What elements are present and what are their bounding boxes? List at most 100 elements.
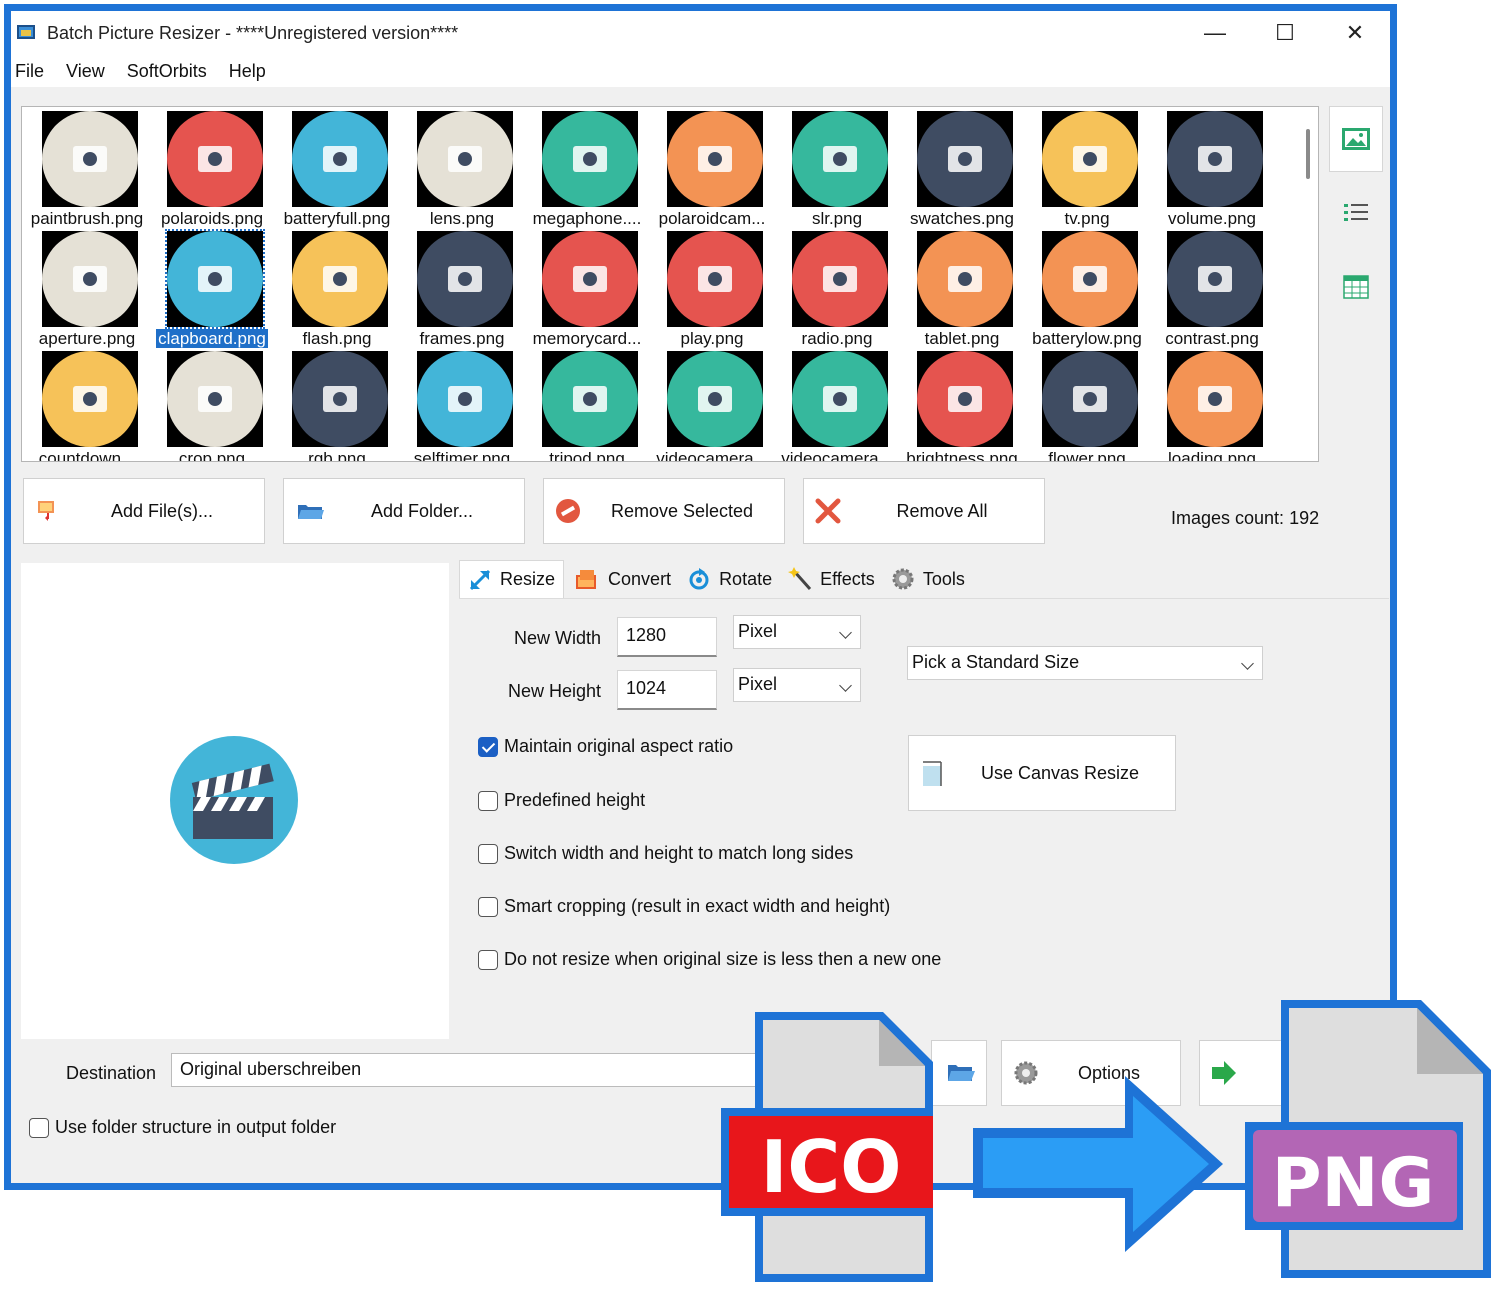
add-files-button[interactable]: Add File(s)...: [23, 478, 265, 544]
gallery-item[interactable]: loading.png: [1150, 348, 1274, 461]
checkbox-checked[interactable]: [478, 736, 498, 757]
grid-view-button[interactable]: [1329, 254, 1383, 320]
switch-sides-checkbox[interactable]: Switch width and height to match long si…: [478, 843, 853, 864]
smart-cropping-checkbox[interactable]: Smart cropping (result in exact width an…: [478, 896, 890, 917]
gallery-item[interactable]: frames.png: [400, 228, 524, 348]
tab-tools[interactable]: Tools: [883, 560, 973, 598]
add-image-icon: [38, 501, 54, 521]
thumbnail-image: [1042, 111, 1138, 207]
gallery-item[interactable]: tablet.png: [900, 228, 1024, 348]
canvas-resize-icon: [923, 761, 942, 786]
gallery-item[interactable]: polaroidcam...: [650, 108, 774, 228]
gallery-item[interactable]: batteryfull.png: [275, 108, 399, 228]
checkbox-unchecked[interactable]: [478, 843, 498, 864]
minimize-button[interactable]: —: [1180, 11, 1250, 55]
thumbnail-icon: [1167, 111, 1263, 207]
no-upscale-label: Do not resize when original size is less…: [504, 949, 942, 969]
gallery-item[interactable]: memorycard...: [525, 228, 649, 348]
close-button[interactable]: ✕: [1320, 11, 1390, 55]
thumbnails-view-icon: [1342, 128, 1370, 150]
thumbnail-icon: [917, 351, 1013, 447]
no-upscale-checkbox[interactable]: Do not resize when original size is less…: [478, 949, 941, 970]
menu-help[interactable]: Help: [229, 61, 266, 82]
gallery-item[interactable]: contrast.png: [1150, 228, 1274, 348]
gallery-item[interactable]: videocamera...: [650, 348, 774, 462]
gallery-item[interactable]: crop.png: [150, 348, 274, 461]
gallery-item[interactable]: aperture.png: [25, 228, 149, 348]
tab-convert[interactable]: Convert: [564, 560, 679, 598]
new-width-input[interactable]: 1280: [617, 617, 717, 657]
gallery-item[interactable]: batterylow.png: [1025, 228, 1149, 348]
gallery-item-label: paintbrush.png: [30, 209, 144, 228]
thumbnail-icon: [1167, 351, 1263, 447]
menu-view[interactable]: View: [66, 61, 105, 82]
menu-file[interactable]: File: [15, 61, 44, 82]
gallery-item[interactable]: flash.png: [275, 228, 399, 348]
standard-size-select[interactable]: Pick a Standard Size: [907, 646, 1263, 680]
gallery-item[interactable]: slr.png: [775, 108, 899, 228]
width-unit-select[interactable]: Pixel: [733, 615, 861, 649]
checkbox-unchecked[interactable]: [478, 896, 498, 917]
maintain-aspect-checkbox[interactable]: Maintain original aspect ratio: [478, 736, 733, 757]
thumbnail-image: [167, 111, 263, 207]
checkbox-unchecked[interactable]: [478, 790, 498, 811]
gallery-item[interactable]: polaroids.png: [150, 108, 274, 228]
remove-all-button[interactable]: Remove All: [803, 478, 1045, 544]
checkbox-unchecked[interactable]: [29, 1117, 49, 1138]
folder-structure-checkbox[interactable]: Use folder structure in output folder: [29, 1117, 336, 1138]
maximize-button[interactable]: ☐: [1250, 11, 1320, 55]
image-gallery[interactable]: paintbrush.png polaroids.png batteryfull.p…: [21, 106, 1319, 462]
height-unit-select[interactable]: Pixel: [733, 668, 861, 702]
checkbox-unchecked[interactable]: [478, 949, 498, 970]
gallery-item[interactable]: videocamera...: [775, 348, 899, 461]
menu-bar: File View SoftOrbits Help: [11, 55, 1390, 87]
tab-effects[interactable]: Effects: [780, 560, 883, 598]
thumbnails-view-button[interactable]: [1329, 106, 1383, 172]
gallery-item[interactable]: selftimer.png: [400, 348, 524, 462]
menu-softorbits[interactable]: SoftOrbits: [127, 61, 207, 82]
gallery-item[interactable]: tv.png: [1025, 108, 1149, 228]
convert-icon: [576, 570, 597, 589]
gallery-item[interactable]: countdown...: [25, 348, 149, 461]
remove-selected-button[interactable]: Remove Selected: [543, 478, 785, 544]
gallery-item[interactable]: megaphone....: [525, 108, 649, 228]
gallery-item-label: tv.png: [1064, 209, 1110, 228]
gallery-scrollbar[interactable]: [1306, 129, 1310, 179]
gallery-item[interactable]: flower.png: [1025, 348, 1149, 461]
thumbnail-image: [792, 111, 888, 207]
tab-rotate[interactable]: Rotate: [679, 560, 780, 598]
destination-input[interactable]: Original uberschreiben: [171, 1053, 771, 1087]
gallery-item-label: videocamera...: [656, 449, 768, 462]
gallery-item[interactable]: rgb.png: [275, 348, 399, 461]
thumbnail-icon: [42, 231, 138, 327]
gallery-item[interactable]: swatches.png: [900, 108, 1024, 228]
add-folder-button[interactable]: Add Folder...: [283, 478, 525, 544]
thumbnail-icon: [167, 351, 263, 447]
gallery-item-label: batteryfull.png: [283, 209, 391, 228]
gallery-item[interactable]: paintbrush.png: [25, 108, 149, 228]
thumbnail-image: [42, 111, 138, 207]
canvas-resize-button[interactable]: Use Canvas Resize: [908, 735, 1176, 811]
image-preview: [21, 563, 449, 1039]
tab-divider: [459, 598, 1389, 599]
gallery-item-label: memorycard...: [532, 329, 642, 348]
gallery-item[interactable]: volume.png: [1150, 108, 1274, 228]
gallery-item-label: selftimer.png: [413, 449, 511, 462]
gallery-item-label: aperture.png: [38, 329, 136, 348]
gallery-item[interactable]: lens.png: [400, 108, 524, 228]
new-height-input[interactable]: 1024: [617, 670, 717, 710]
gallery-item[interactable]: brightness.png: [900, 348, 1024, 461]
list-view-button[interactable]: [1329, 180, 1383, 246]
width-unit-value: Pixel: [738, 621, 778, 641]
predefined-height-checkbox[interactable]: Predefined height: [478, 790, 645, 811]
gallery-item-label: slr.png: [811, 209, 863, 228]
gallery-item[interactable]: radio.png: [775, 228, 899, 348]
tab-convert-label: Convert: [608, 568, 672, 589]
png-file-icon: [1245, 1000, 1491, 1278]
gallery-item[interactable]: clapboard.png: [150, 228, 274, 348]
gallery-item[interactable]: play.png: [650, 228, 774, 348]
thumbnail-icon: [1167, 231, 1263, 327]
gallery-item-label: radio.png: [801, 329, 873, 348]
gallery-item[interactable]: tripod.png: [525, 348, 649, 461]
tab-resize[interactable]: Resize: [459, 560, 565, 598]
